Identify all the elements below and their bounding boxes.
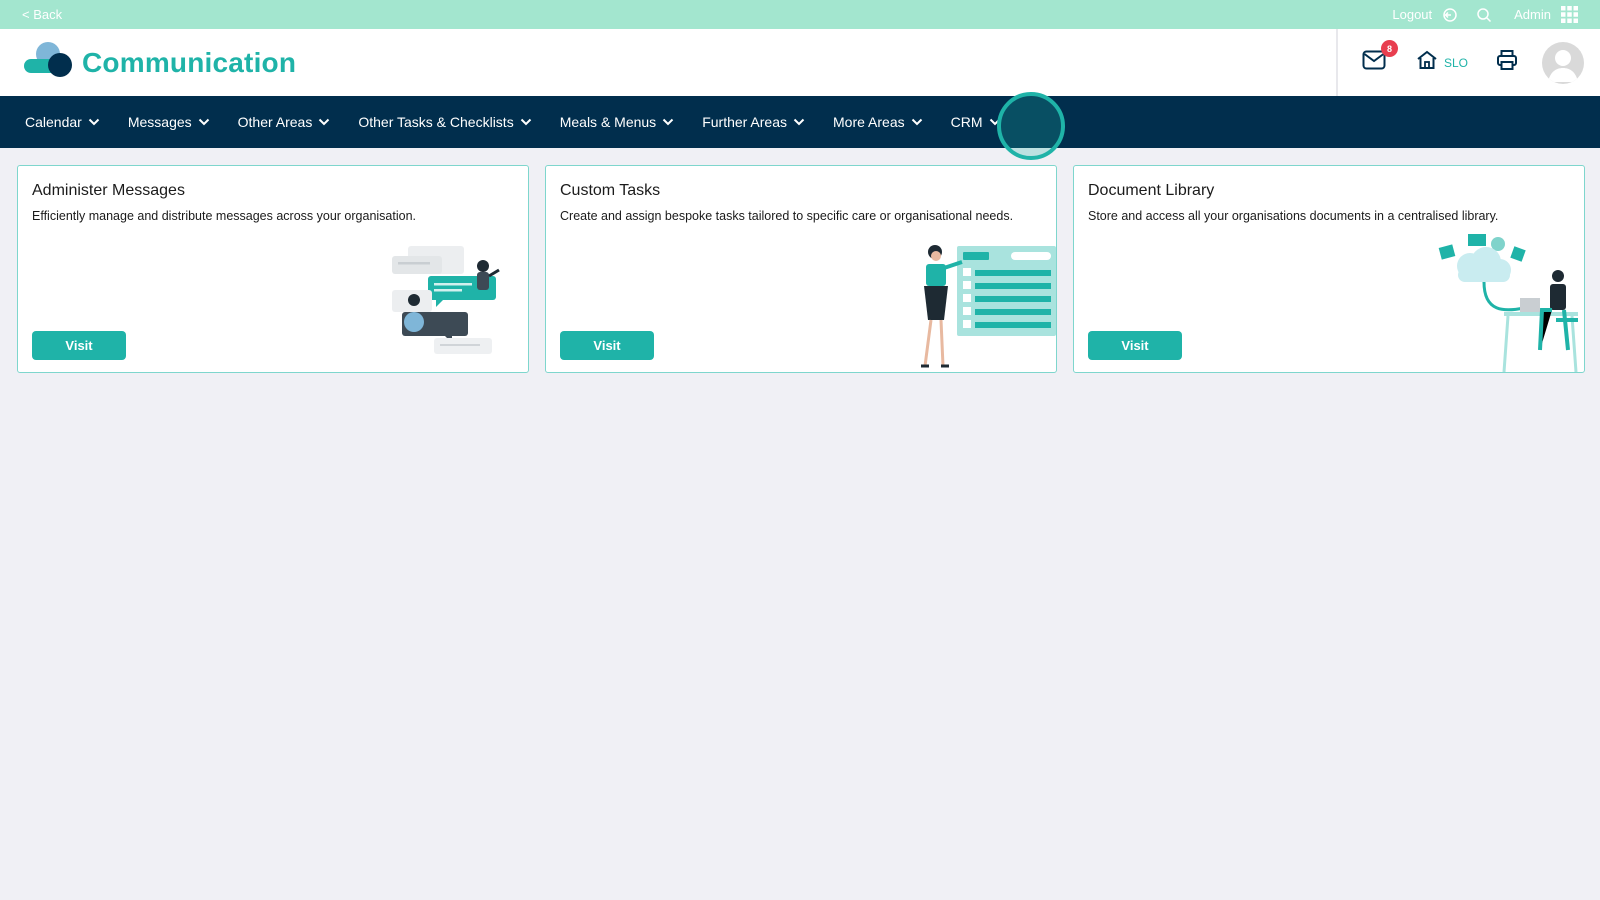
nav-other-tasks-checklists[interactable]: Other Tasks & Checklists [358,114,531,130]
chevron-down-icon [911,118,922,126]
chevron-down-icon [989,118,1000,126]
print-button[interactable] [1496,49,1518,76]
nav-label: Other Tasks & Checklists [358,114,514,130]
visit-button[interactable]: Visit [32,331,126,360]
card-title: Document Library [1088,182,1215,199]
nav-meals-menus[interactable]: Meals & Menus [560,114,674,130]
nav-calendar[interactable]: Calendar [25,114,100,130]
app-header: Communication 8 SLO [0,29,1600,96]
search-icon[interactable] [1476,7,1492,23]
logout-icon[interactable] [1442,7,1458,23]
card-description: Efficiently manage and distribute messag… [32,209,417,223]
apps-grid-icon[interactable] [1561,6,1578,23]
card-custom-tasks: Custom Tasks Create and assign bespoke t… [545,165,1057,373]
chevron-down-icon [793,118,805,126]
nav-further-areas[interactable]: Further Areas [702,114,805,130]
page-title: Communication [82,46,297,78]
logout-link[interactable]: Logout [1392,7,1432,22]
task-list-illustration [921,245,1056,368]
nav-label: Calendar [25,114,82,130]
chevron-down-icon [319,118,330,126]
visit-button[interactable]: Visit [560,331,654,360]
card-administer-messages: Administer Messages Efficiently manage a… [17,165,529,373]
main-nav: Calendar Messages Other Areas Other Task… [0,96,1600,148]
card-description: Store and access all your organisations … [1088,209,1499,223]
messaging-illustration [392,246,500,354]
chevron-down-icon [198,118,209,126]
card-title: Custom Tasks [560,182,661,199]
nav-label: More Areas [833,114,905,130]
top-utility-bar: < Back Logout Admin [0,0,1600,29]
chevron-down-icon [662,118,674,126]
brand[interactable]: Communication [0,41,296,84]
cloud-library-illustration [1438,234,1578,372]
printer-icon [1496,49,1518,76]
card-description: Create and assign bespoke tasks tailored… [560,209,1014,223]
nav-crm[interactable]: CRM [951,114,1001,130]
header-tools: 8 SLO [1335,29,1600,96]
chevron-down-icon [88,118,100,126]
chevron-down-icon [520,118,531,126]
card-document-library: Document Library Store and access all yo… [1073,165,1585,373]
mail-badge: 8 [1380,40,1398,57]
user-menu[interactable]: Admin [1514,7,1551,22]
visit-button[interactable]: Visit [1088,331,1182,360]
nav-label: CRM [950,114,983,130]
nav-label: Other Areas [237,114,313,130]
avatar[interactable] [1542,41,1584,84]
nav-label: Meals & Menus [559,114,657,130]
nav-other-areas[interactable]: Other Areas [238,114,331,130]
logo-icon [24,41,72,84]
home-label: SLO [1443,55,1468,70]
nav-label: Messages [127,114,192,130]
nav-messages[interactable]: Messages [128,114,210,130]
nav-more-areas[interactable]: More Areas [833,114,923,130]
nav-label: Further Areas [702,114,788,130]
home-button[interactable]: SLO [1416,50,1468,75]
messages-button[interactable]: 8 [1362,40,1398,75]
home-icon [1416,50,1438,75]
back-link[interactable]: < Back [22,7,62,22]
card-title: Administer Messages [32,182,185,199]
